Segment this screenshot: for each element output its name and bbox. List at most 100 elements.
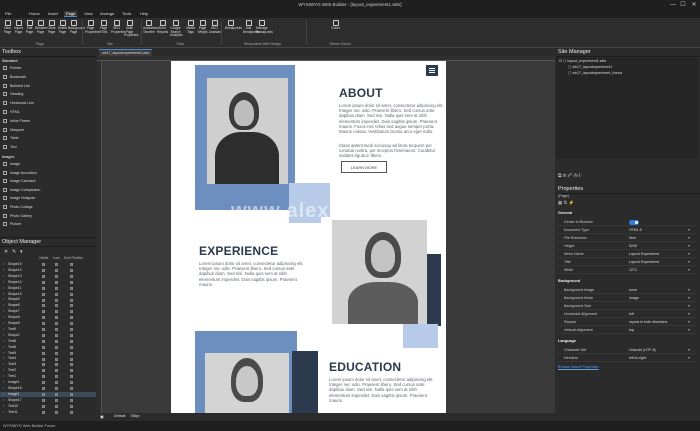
chevron-down-icon[interactable]: ▾	[688, 266, 690, 274]
chevron-down-icon[interactable]: ▾	[688, 258, 690, 266]
ribbon-btn-page-weight[interactable]: Page Weight	[197, 20, 208, 34]
dont-publish-checkbox[interactable]	[70, 410, 73, 414]
toolbox-item-text[interactable]: Text	[3, 144, 17, 151]
play-icon[interactable]: ▷	[579, 173, 583, 179]
visible-checkbox[interactable]	[42, 339, 45, 343]
visible-checkbox[interactable]	[42, 298, 45, 302]
experience-portrait-image[interactable]	[332, 220, 427, 324]
dont-publish-checkbox[interactable]	[70, 392, 73, 396]
object-row[interactable]: ▪ Text1	[0, 374, 96, 379]
object-row[interactable]: ▪ Text11	[0, 410, 96, 415]
ribbon-btn-delete-page[interactable]: Delete Page	[57, 20, 68, 34]
education-dark-shape[interactable]	[292, 351, 318, 413]
dont-publish-checkbox[interactable]	[70, 381, 73, 385]
chevron-down-icon[interactable]: ▾	[688, 234, 690, 242]
object-row[interactable]: ▪ Shape13	[0, 274, 96, 279]
object-row[interactable]: ▪ Text2	[0, 368, 96, 373]
ribbon-btn-page-html[interactable]: Page HTML	[98, 20, 109, 34]
property-value[interactable]: HTML 5	[629, 226, 642, 234]
chevron-down-icon[interactable]: ▾	[688, 354, 690, 362]
dont-publish-checkbox[interactable]	[70, 339, 73, 343]
dont-publish-checkbox[interactable]	[70, 269, 73, 273]
ribbon-btn-animations-timeline[interactable]: Animations Timeline	[143, 20, 159, 34]
lock-checkbox[interactable]	[55, 357, 58, 361]
ribbon-btn-new-page[interactable]: New Page	[2, 20, 13, 34]
chevron-down-icon[interactable]: ▾	[688, 302, 690, 310]
dont-publish-checkbox[interactable]	[70, 328, 73, 332]
toolbox-item-table[interactable]: Table	[3, 135, 19, 142]
lock-checkbox[interactable]	[55, 351, 58, 355]
menu-insert[interactable]: Insert	[46, 11, 60, 17]
visible-checkbox[interactable]	[42, 310, 45, 314]
object-row[interactable]: ▪ Text9	[0, 327, 96, 332]
lock-checkbox[interactable]	[55, 333, 58, 337]
toolbox-item-horizontal-line[interactable]: Horizontal Line	[3, 100, 34, 107]
dont-publish-checkbox[interactable]	[70, 280, 73, 284]
property-value[interactable]: 1271	[629, 266, 637, 274]
site-tree-root[interactable]: ⊟ ▢ layout_experiment1.wbs	[559, 59, 606, 64]
visible-checkbox[interactable]	[42, 328, 45, 332]
lock-checkbox[interactable]	[55, 345, 58, 349]
education-portrait-image[interactable]	[205, 353, 289, 413]
ribbon-btn-error-reports[interactable]: Error Reports	[157, 20, 168, 34]
ribbon-btn-seo-assistant[interactable]: SEO Assistant	[209, 20, 222, 34]
toolbox-item-inline-frame[interactable]: Inline Frame	[3, 118, 30, 125]
object-row[interactable]: ▪ Shape16	[0, 386, 96, 391]
events-icon[interactable]: ⚡	[569, 200, 575, 205]
object-row[interactable]: ▪ Text8	[0, 339, 96, 344]
visible-checkbox[interactable]	[42, 304, 45, 308]
dont-publish-checkbox[interactable]	[70, 333, 73, 337]
visible-checkbox[interactable]	[42, 357, 45, 361]
object-row[interactable]: ▪ Text3	[0, 362, 96, 367]
visible-checkbox[interactable]	[42, 269, 45, 273]
menu-file[interactable]: File	[3, 11, 13, 17]
lock-checkbox[interactable]	[55, 280, 58, 284]
menu-tools[interactable]: Tools	[120, 11, 133, 17]
visible-checkbox[interactable]	[42, 410, 45, 414]
site-tree-page-2[interactable]: ▢ wb17_layoutexperiment_bonus	[568, 71, 622, 76]
object-row[interactable]: ▪ Text4	[0, 356, 96, 361]
chevron-down-icon[interactable]: ▾	[688, 318, 690, 326]
lock-checkbox[interactable]	[55, 269, 58, 273]
property-row-background-image[interactable]: Background Image none ▾	[556, 286, 696, 294]
property-value[interactable]: Layout Experiment	[629, 258, 659, 266]
web-page[interactable]: ABOUT Lorem ipsum dolor sit amet, consec…	[171, 61, 446, 413]
chevron-down-icon[interactable]: ▾	[688, 346, 690, 354]
property-row-direction[interactable]: Direction left-to-right ▾	[556, 354, 696, 362]
object-row[interactable]: ▪ Text6	[0, 345, 96, 350]
visible-checkbox[interactable]	[42, 404, 45, 408]
chevron-down-icon[interactable]: ▾	[688, 310, 690, 318]
standard-category[interactable]: Standard	[2, 59, 18, 63]
dont-publish-checkbox[interactable]	[70, 404, 73, 408]
ribbon-btn-add-breakpoints[interactable]: Add Breakpoints	[243, 20, 260, 34]
ribbon-btn-clone-page[interactable]: Clone Page	[46, 20, 57, 34]
object-row[interactable]: ▪ Shape8	[0, 303, 96, 308]
chevron-down-icon[interactable]: ▾	[688, 250, 690, 258]
browse-saved-properties-link[interactable]: Browse Saved Properties	[558, 365, 599, 369]
visible-checkbox[interactable]	[42, 363, 45, 367]
ribbon-btn-background-page[interactable]: Background Page	[68, 20, 85, 34]
chevron-down-icon[interactable]: ▾	[688, 286, 690, 294]
chevron-down-icon[interactable]: ▾	[688, 226, 690, 234]
ribbon-btn-multi-page-properties[interactable]: Multi Page Properties	[124, 20, 139, 38]
property-row-background-size[interactable]: Background Size ▾	[556, 302, 696, 310]
document-tab[interactable]: wb17_layoutexperiment1.wbs	[99, 49, 153, 56]
lock-checkbox[interactable]	[55, 392, 58, 396]
toolbox-item-picture[interactable]: Picture	[3, 221, 21, 228]
object-row[interactable]: ▪ Shape6	[0, 315, 96, 320]
visible-checkbox[interactable]	[42, 351, 45, 355]
property-row-repeat[interactable]: Repeat repeat in both directions ▾	[556, 318, 696, 326]
visible-checkbox[interactable]	[42, 381, 45, 385]
visible-checkbox[interactable]	[42, 387, 45, 391]
property-row-vertical-alignment[interactable]: Vertical Alignment top ▾	[556, 326, 696, 334]
chevron-down-icon[interactable]: ▾	[688, 242, 690, 250]
toolbox-item-html[interactable]: HTML	[3, 109, 20, 116]
dont-publish-checkbox[interactable]	[70, 263, 73, 267]
property-row-title[interactable]: Title Layout Experiment ▾	[556, 258, 696, 266]
lock-checkbox[interactable]	[55, 328, 58, 332]
property-row-center-in-browser[interactable]: Center in Browser	[556, 218, 696, 226]
object-row[interactable]: ▪ Text10	[0, 404, 96, 409]
toolbox-item-image-carousel[interactable]: Image Carousel	[3, 178, 35, 185]
toolbox-item-bookmark[interactable]: Bookmark	[3, 74, 26, 81]
about-portrait-image[interactable]	[207, 78, 288, 184]
